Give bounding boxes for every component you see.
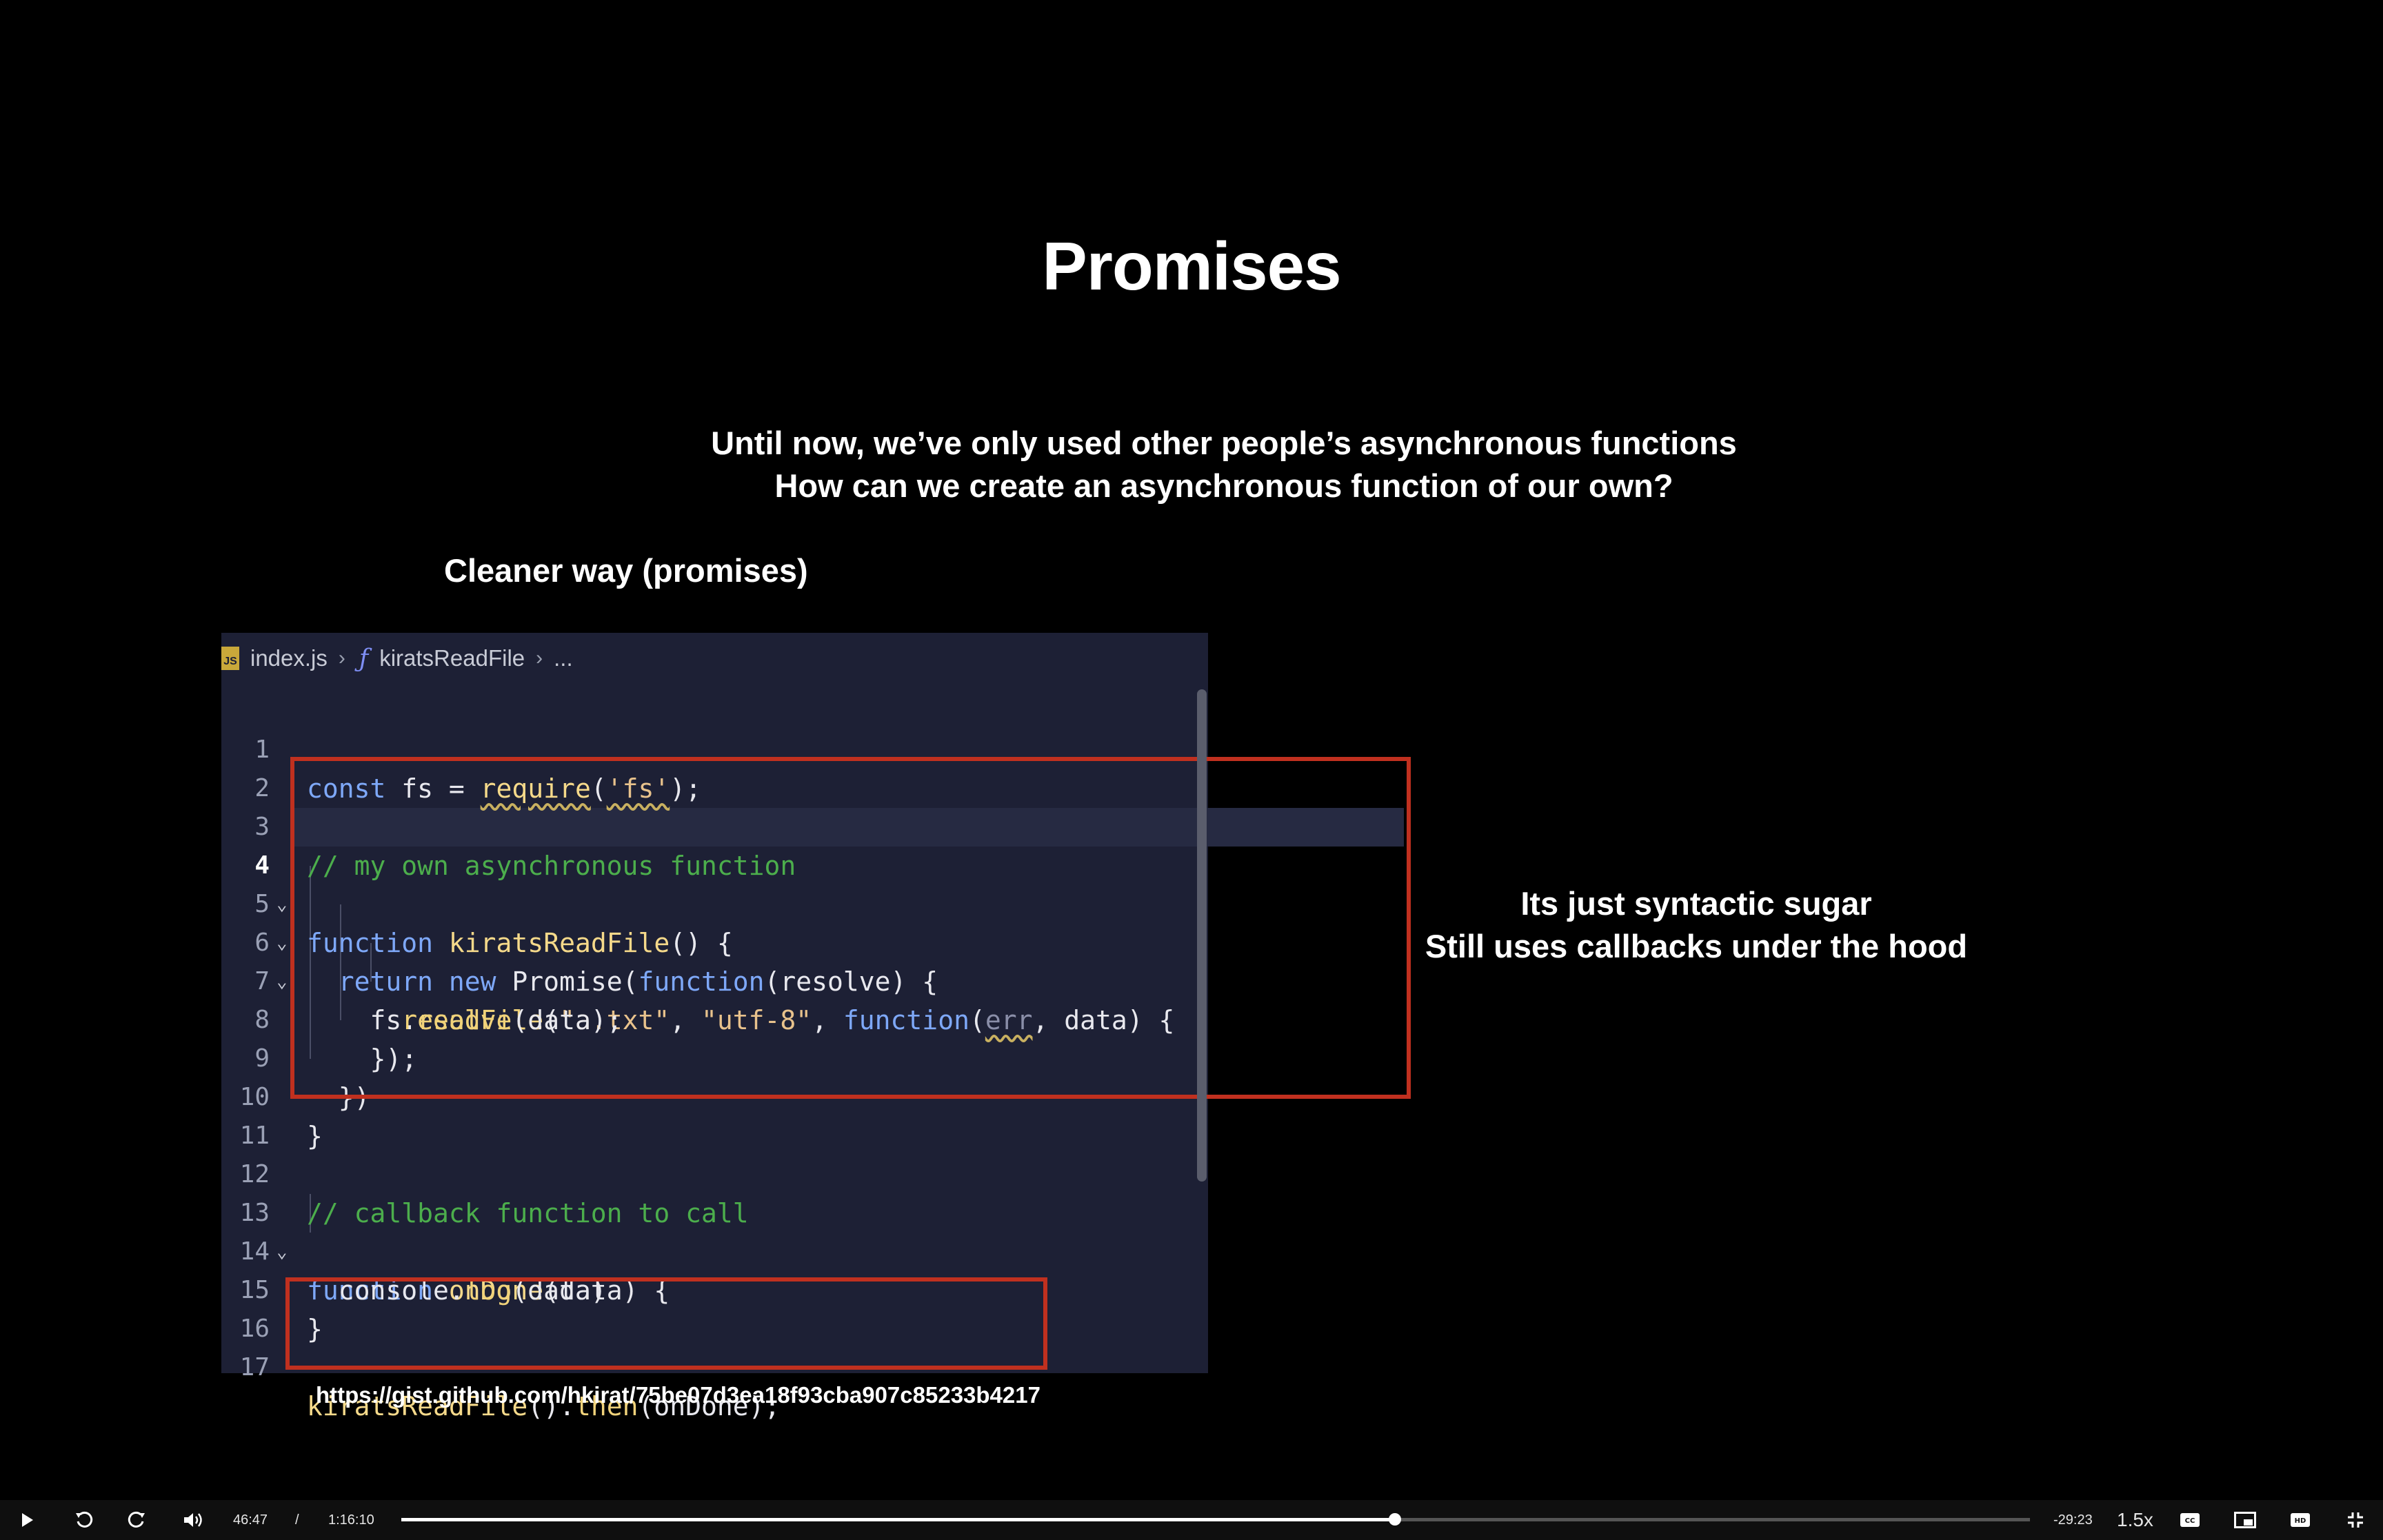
highlight-box-then-call [285, 1277, 1047, 1370]
video-player-bar: 46:47 / 1:16:10 -29:23 1.5x CC HD [0, 1500, 2383, 1540]
highlight-box-promise-function [290, 757, 1411, 1099]
code-editor: JS index.js › ƒ kiratsReadFile › ... 1 c… [221, 633, 1411, 1421]
breadcrumb-symbol[interactable]: kiratsReadFile [379, 645, 525, 671]
hd-icon[interactable]: HD [2286, 1500, 2314, 1540]
slide-title: Promises [1042, 228, 1341, 304]
function-icon: ƒ [359, 644, 369, 673]
volume-icon[interactable] [178, 1500, 208, 1540]
code-line: 13 ⌄ function onDone(data) { [221, 1155, 670, 1306]
progress-handle[interactable] [1388, 1513, 1401, 1526]
progress-fill [401, 1518, 1395, 1521]
time-separator: / [295, 1512, 299, 1528]
play-icon[interactable] [14, 1500, 41, 1540]
breadcrumb-file[interactable]: index.js [250, 645, 328, 671]
playback-speed[interactable]: 1.5x [2117, 1500, 2153, 1540]
code-line: 1 const fs = require('fs'); [221, 692, 701, 804]
current-time: 46:47 [233, 1512, 268, 1528]
remaining-time: -29:23 [2053, 1512, 2093, 1528]
code-line: 12 // callback function to call [221, 1117, 749, 1228]
editor-scrollbar[interactable] [1197, 689, 1207, 1182]
code-line: 15 } [221, 1233, 323, 1344]
js-file-icon: JS [221, 647, 239, 670]
breadcrumb: JS index.js › ƒ kiratsReadFile › ... [221, 633, 1208, 684]
slide-subtitle: Until now, we’ve only used other people’… [621, 422, 1827, 507]
chevron-right-icon: › [338, 647, 345, 669]
forward-icon[interactable] [121, 1500, 152, 1540]
total-time: 1:16:10 [328, 1512, 374, 1528]
pip-icon[interactable] [2231, 1500, 2259, 1540]
left-heading: Cleaner way (promises) [444, 552, 808, 589]
subtitle-line-2: How can we create an asynchronous functi… [774, 467, 1673, 504]
svg-text:HD: HD [2295, 1517, 2306, 1525]
rewind-icon[interactable] [69, 1500, 99, 1540]
svg-text:CC: CC [2185, 1517, 2195, 1525]
right-note-line-2: Still uses callbacks under the hood [1425, 928, 1968, 964]
right-note: Its just syntactic sugar Still uses call… [1345, 882, 2048, 968]
gist-link[interactable]: https://gist.github.com/hkirat/75be07d3e… [316, 1382, 1040, 1408]
subtitle-line-1: Until now, we’ve only used other people’… [711, 425, 1737, 461]
breadcrumb-more[interactable]: ... [554, 645, 573, 671]
right-note-line-1: Its just syntactic sugar [1520, 885, 1872, 922]
line-number: 17 [239, 1353, 270, 1381]
exit-fullscreen-icon[interactable] [2342, 1500, 2369, 1540]
chevron-right-icon: › [536, 647, 543, 669]
captions-icon[interactable]: CC [2176, 1500, 2204, 1540]
code-line: 14 console.log(data) [221, 1194, 607, 1306]
